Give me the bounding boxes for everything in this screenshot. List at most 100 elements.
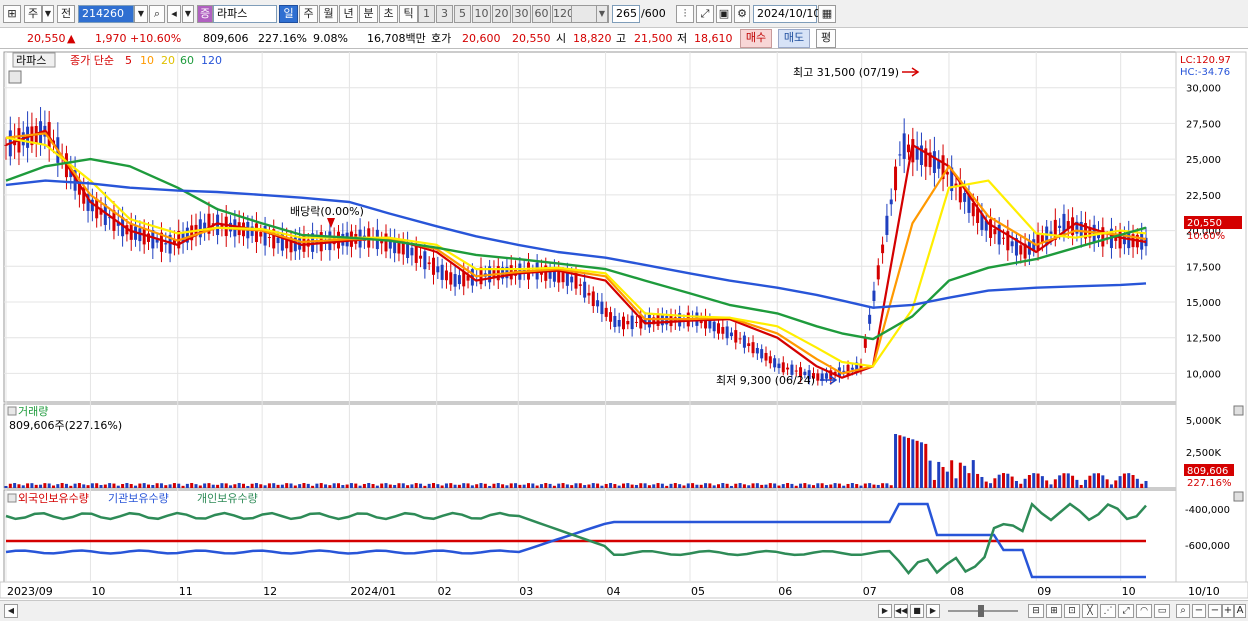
minute-tab-3[interactable]: 3 <box>436 5 453 23</box>
volume-bar <box>699 484 703 488</box>
line-tool-icon[interactable]: ╳ <box>1082 604 1098 618</box>
minus-icon[interactable]: − <box>1208 604 1222 618</box>
candle-body <box>453 274 457 287</box>
minute-tab-60[interactable]: 60 <box>532 5 551 23</box>
volume-bar <box>539 484 543 488</box>
stock-name-field[interactable]: 라파스 <box>213 5 277 23</box>
volume-panel-toggle[interactable] <box>7 406 17 416</box>
candle-body <box>876 265 880 280</box>
grid-toggle-icon[interactable] <box>8 70 22 84</box>
zoom-out-icon[interactable]: − <box>1192 604 1206 618</box>
volume-bar <box>233 484 237 488</box>
volume-close-icon[interactable] <box>1233 405 1244 416</box>
search-icon[interactable]: ⌕ <box>149 5 165 23</box>
candle-body <box>617 320 621 327</box>
chart-area[interactable]: 10,000 12,500 15,000 17,500 20,000 22,500 25,0… <box>0 50 1248 600</box>
split-icon[interactable]: ⊟ <box>1028 604 1044 618</box>
volume-bar <box>1014 480 1018 488</box>
volume-bar <box>954 478 958 488</box>
stock-chart-svg[interactable]: 10,00012,50015,00017,50020,00022,50025,0… <box>0 50 1248 600</box>
calendar-icon[interactable]: ▦ <box>818 5 836 23</box>
period-tab-3[interactable]: 년 <box>339 5 358 23</box>
market-select[interactable]: 주 <box>24 5 42 23</box>
candle-body <box>440 264 444 280</box>
scroll-right-icon[interactable]: ▶ <box>878 604 892 618</box>
stock-code-input[interactable]: 214260 <box>78 5 134 23</box>
volume-bar <box>488 485 492 488</box>
period-tab-4[interactable]: 분 <box>359 5 378 23</box>
compare-icon[interactable]: ⊡ <box>1064 604 1080 618</box>
speed-slider-handle[interactable] <box>978 605 984 617</box>
volume-bar <box>729 485 733 488</box>
volume-bar <box>414 483 418 488</box>
fib-tool-icon[interactable]: ⋰ <box>1100 604 1116 618</box>
volume-bar <box>855 484 859 488</box>
speaker-dropdown-icon[interactable]: ▼ <box>182 5 194 23</box>
sell-button[interactable]: 매도 <box>778 29 810 48</box>
volume-bar <box>8 483 12 488</box>
speaker-icon[interactable]: ◂ <box>167 5 181 23</box>
prev-button[interactable]: 전 <box>57 5 75 23</box>
ma-legend-120: 120 <box>201 54 222 67</box>
code-dropdown-icon[interactable]: ▼ <box>134 5 148 23</box>
buy-button[interactable]: 매수 <box>740 29 772 48</box>
custom-dropdown-icon[interactable]: ▼ <box>596 5 608 23</box>
period-tab-2[interactable]: 월 <box>319 5 338 23</box>
volume-bar <box>747 485 751 488</box>
volume-bar <box>263 485 267 488</box>
evaluate-button[interactable]: 평 <box>816 29 836 48</box>
candle-body <box>777 363 781 369</box>
volume-bar <box>419 483 423 488</box>
holding-close-icon[interactable] <box>1233 491 1244 502</box>
period-tab-6[interactable]: 틱 <box>399 5 418 23</box>
minute-tab-30[interactable]: 30 <box>512 5 531 23</box>
chart-scroll-bar[interactable]: ◀ ▶ ◀◀ ■ ▶ ⊟ ⊞ ⊡ ╳ ⋰ ⤢ ◠ ▭ ⌕ − − + A <box>0 600 1248 621</box>
zoom-icon[interactable]: ⌕ <box>1176 604 1190 618</box>
period-tab-0[interactable]: 일 <box>279 5 298 23</box>
volume-bar <box>958 462 962 488</box>
stop-icon[interactable]: ■ <box>910 604 924 618</box>
candle-body <box>729 332 733 337</box>
layout-icon[interactable]: ⊞ <box>3 5 21 23</box>
volume-bar <box>742 484 746 488</box>
volume-bar <box>639 483 643 488</box>
candle-type-icon[interactable]: ⫶ <box>676 5 694 23</box>
minute-tab-1[interactable]: 1 <box>418 5 435 23</box>
count-input[interactable]: 265 <box>612 5 640 23</box>
volume-bar <box>600 485 604 488</box>
layout-split-icon[interactable]: ⊞ <box>1046 604 1062 618</box>
market-dropdown-icon[interactable]: ▼ <box>42 5 54 23</box>
low-label: 저 <box>677 32 688 45</box>
volume-bar <box>518 484 522 488</box>
draw-tool-icon[interactable]: ⤢ <box>696 5 714 23</box>
volume-bar <box>768 483 772 488</box>
holding-panel-toggle[interactable] <box>7 493 17 503</box>
volume-bar <box>324 484 328 488</box>
change-percent: +10.60% <box>130 32 182 45</box>
volume-bar <box>466 483 470 488</box>
holding-y-tick: -400,000 <box>1185 505 1230 516</box>
scroll-left-icon[interactable]: ◀ <box>4 604 18 618</box>
rewind-icon[interactable]: ◀◀ <box>894 604 908 618</box>
date-input[interactable]: 2024/10/10 <box>753 5 820 23</box>
period-tab-5[interactable]: 초 <box>379 5 398 23</box>
minute-tab-10[interactable]: 10 <box>472 5 491 23</box>
candle-body <box>816 373 820 381</box>
play-icon[interactable]: ▶ <box>926 604 940 618</box>
volume-bar <box>704 483 708 488</box>
volume-bar <box>121 483 125 488</box>
minute-tab-20[interactable]: 20 <box>492 5 511 23</box>
save-icon[interactable]: ▣ <box>716 5 732 23</box>
gear-icon[interactable]: ⚙ <box>734 5 750 23</box>
volume-bar <box>1084 479 1088 488</box>
auto-scale-icon[interactable]: A <box>1234 604 1246 618</box>
period-tab-1[interactable]: 주 <box>299 5 318 23</box>
fan-tool-icon[interactable]: ⤢ <box>1118 604 1134 618</box>
open-label: 시 <box>556 32 567 45</box>
arc-tool-icon[interactable]: ◠ <box>1136 604 1152 618</box>
minute-tab-5[interactable]: 5 <box>454 5 471 23</box>
volume-bar <box>43 483 47 488</box>
volume-bar <box>984 481 988 488</box>
text-tool-icon[interactable]: ▭ <box>1154 604 1170 618</box>
zoom-in-icon[interactable]: + <box>1222 604 1234 618</box>
